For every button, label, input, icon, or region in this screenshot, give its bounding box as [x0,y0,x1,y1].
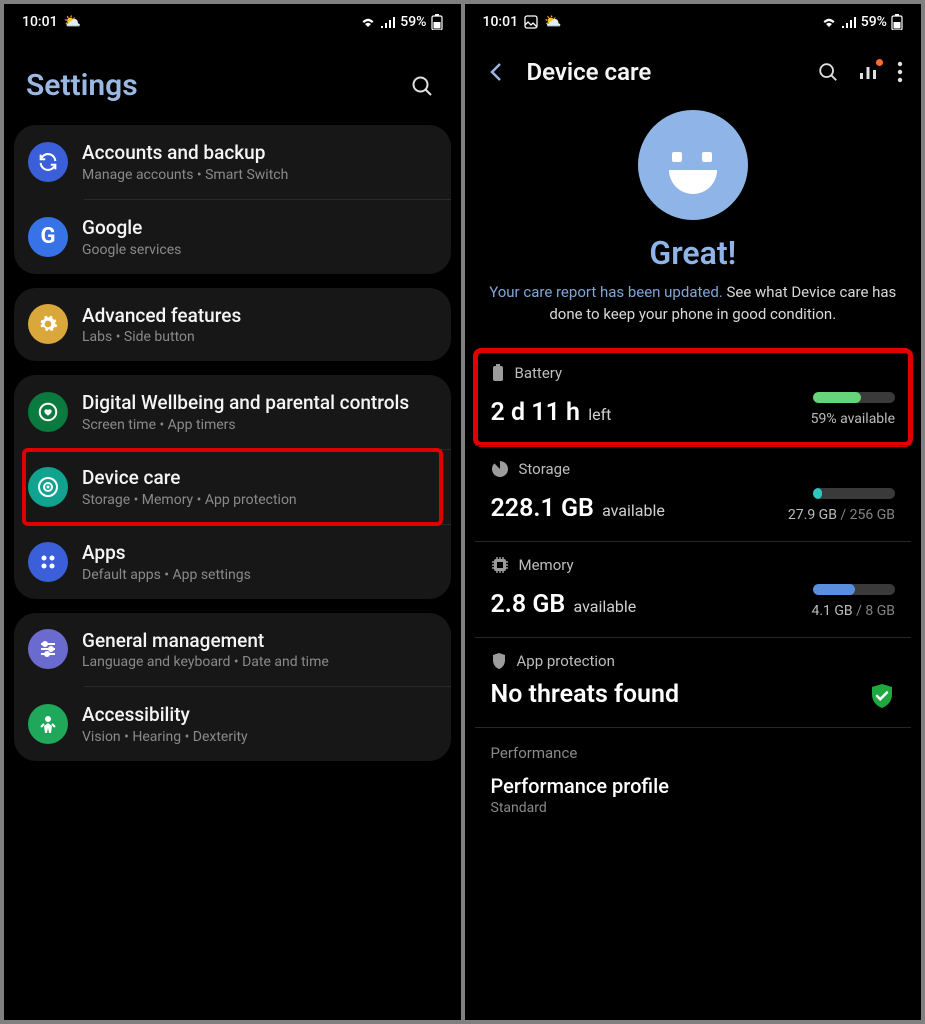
status-bar: 10:01 ⛅ 59% [465,4,922,40]
wifi-icon [360,16,376,28]
performance-section: Performance Performance profile Standard [475,727,912,816]
settings-item-title: Digital Wellbeing and parental controls [82,391,437,415]
status-great: Great! [649,234,736,272]
settings-item-title: Device care [82,466,437,490]
status-battery-pct: 59% [400,14,426,30]
battery-icon [891,14,903,30]
search-icon [817,61,839,83]
battery-row[interactable]: Battery 2 d 11 h left 59% available [475,350,912,445]
settings-item-title: Advanced features [82,304,437,328]
more-vert-icon [897,61,903,83]
page-title: Device care [527,58,802,86]
app-protection-status: No threats found [491,680,680,709]
settings-item-title: Google [82,216,437,240]
settings-item-sub: Labs • Side button [82,329,437,345]
settings-item-accessibility[interactable]: Accessibility Vision • Hearing • Dexterit… [14,687,451,761]
settings-card: General managementLanguage and keyboard … [14,613,451,762]
settings-item-google[interactable]: G Google Google services [14,200,451,274]
weather-icon: ⛅ [544,14,561,30]
settings-item-general[interactable]: General managementLanguage and keyboard … [14,613,451,687]
settings-card: Advanced featuresLabs • Side button [14,288,451,362]
memory-label: Memory [519,556,574,574]
shield-check-icon [869,683,895,709]
settings-item-title: General management [82,629,437,653]
heart-icon [28,392,68,432]
settings-item-apps[interactable]: Apps Default apps • App settings [14,525,451,599]
performance-profile-value: Standard [475,798,912,816]
memory-icon [491,556,509,574]
back-button[interactable] [483,60,511,84]
battery-icon [431,14,443,30]
wifi-icon [821,16,837,28]
search-button[interactable] [817,61,839,83]
settings-item-sub: Manage accounts • Smart Switch [82,167,437,183]
settings-item-accounts[interactable]: Accounts and backup Manage accounts • Sma… [14,125,451,199]
settings-item-sub: Default apps • App settings [82,567,437,583]
memory-row[interactable]: Memory 2.8 GB available 4.1 GB / 8 GB [475,541,912,637]
chevron-left-icon [487,60,507,84]
notification-dot [876,59,883,66]
settings-item-sub: Screen time • App timers [82,417,437,433]
settings-item-title: Accessibility [82,703,437,727]
settings-item-sub: Vision • Hearing • Dexterity [82,729,437,745]
care-icon [28,467,68,507]
search-button[interactable] [405,69,439,103]
device-care-list: Battery 2 d 11 h left 59% available Stor… [465,344,922,816]
shield-icon [491,652,507,670]
signal-icon [380,16,396,28]
storage-used: 27.9 GB / 256 GB [788,507,895,523]
care-report-link[interactable]: Your care report has been updated. [489,283,723,301]
battery-available: 59% available [811,411,895,427]
app-protection-row[interactable]: App protection No threats found [475,637,912,727]
settings-card: Digital Wellbeing and parental controls S… [14,375,451,598]
settings-item-title: Accounts and backup [82,141,437,165]
app-protection-label: App protection [517,652,615,670]
storage-bar [813,488,895,499]
status-time: 10:01 [483,14,519,30]
settings-item-sub: Storage • Memory • App protection [82,492,437,508]
person-icon [28,704,68,744]
device-care-hero: Great! Your care report has been updated… [465,96,922,344]
image-icon [524,15,538,29]
battery-icon [491,364,505,382]
stats-button[interactable] [857,61,879,83]
memory-bar [813,584,895,595]
storage-icon [491,460,509,478]
status-time: 10:01 [22,14,58,30]
more-button[interactable] [897,61,903,83]
happy-face-icon [638,110,748,220]
settings-item-advanced[interactable]: Advanced featuresLabs • Side button [14,288,451,362]
phone-right: 10:01 ⛅ 59% Device care [465,4,922,1020]
signal-icon [841,16,857,28]
storage-label: Storage [519,460,571,478]
battery-bar [813,392,895,403]
settings-item-title: Apps [82,541,437,565]
sync-icon [28,142,68,182]
hero-description: Your care report has been updated. See w… [487,282,900,326]
device-care-header: Device care [465,40,922,96]
storage-row[interactable]: Storage 228.1 GB available 27.9 GB / 256… [475,445,912,541]
gear-icon [28,304,68,344]
phone-left: 10:01 ⛅ 59% Settings Accounts and backup… [4,4,461,1020]
performance-profile-row[interactable]: Performance profile Standard [475,770,912,816]
page-title: Settings [26,68,138,103]
settings-card: Accounts and backup Manage accounts • Sma… [14,125,451,274]
sliders-icon [28,629,68,669]
weather-icon: ⛅ [64,14,81,30]
google-icon: G [28,217,68,257]
settings-item-wellbeing[interactable]: Digital Wellbeing and parental controls S… [14,375,451,449]
status-bar: 10:01 ⛅ 59% [4,4,461,40]
performance-heading: Performance [475,727,912,770]
apps-icon [28,542,68,582]
settings-item-sub: Google services [82,242,437,258]
battery-label: Battery [515,364,563,382]
search-icon [410,74,434,98]
memory-used: 4.1 GB / 8 GB [811,603,895,619]
performance-profile-label: Performance profile [475,770,912,798]
settings-item-sub: Language and keyboard • Date and time [82,654,437,670]
settings-header: Settings [4,40,461,125]
status-battery-pct: 59% [861,14,887,30]
settings-item-devicecare[interactable]: Device care Storage • Memory • App protec… [24,450,441,524]
